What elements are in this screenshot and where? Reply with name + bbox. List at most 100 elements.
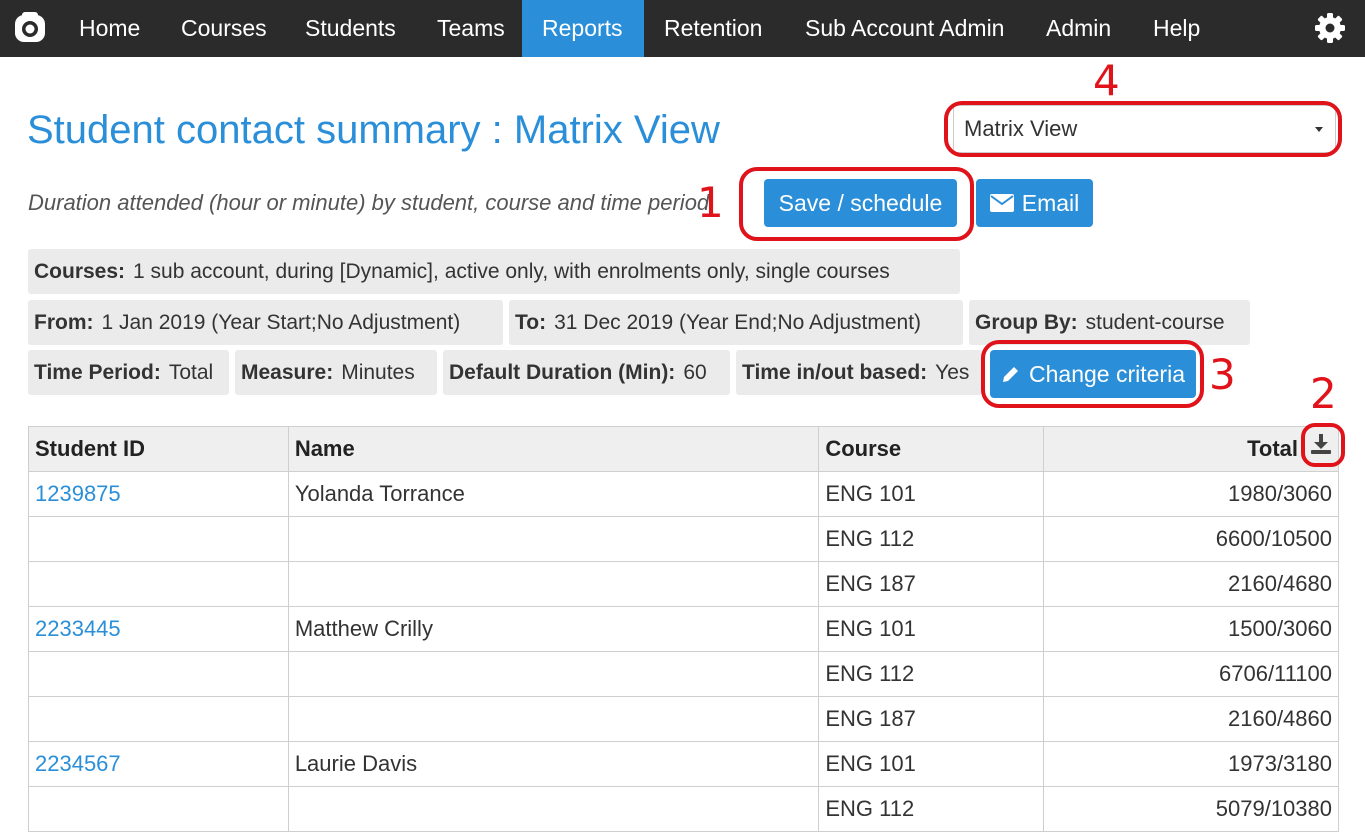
table-row: ENG 112 5079/10380	[28, 786, 1339, 832]
email-label: Email	[1021, 189, 1080, 216]
cell-name: Laurie Davis	[287, 741, 820, 787]
cell-total: 2160/4860	[1043, 696, 1339, 742]
table-row: 1239875 Yolanda Torrance ENG 101 1980/30…	[28, 471, 1339, 517]
cell-course: ENG 101	[818, 741, 1045, 787]
cell-name	[287, 696, 820, 742]
criteria-to-label: To:	[515, 311, 547, 334]
nav-courses[interactable]: Courses	[161, 0, 287, 57]
cell-total: 6706/11100	[1043, 651, 1339, 697]
cell-course: ENG 112	[818, 516, 1045, 562]
cell-name	[287, 786, 820, 832]
table-row: ENG 187 2160/4860	[28, 696, 1339, 742]
header-course[interactable]: Course	[818, 426, 1045, 472]
cell-student-id	[28, 696, 289, 742]
student-id-link[interactable]: 2234567	[35, 751, 121, 776]
cell-total: 5079/10380	[1043, 786, 1339, 832]
criteria-courses-label: Courses:	[34, 260, 126, 283]
app-logo-icon[interactable]	[12, 10, 48, 46]
cell-course: ENG 112	[818, 651, 1045, 697]
download-icon[interactable]	[1309, 432, 1333, 456]
cell-name: Matthew Crilly	[287, 606, 820, 652]
cell-student-id: 2233445	[28, 606, 289, 652]
cell-total: 1973/3180	[1043, 741, 1339, 787]
table-row: ENG 112 6600/10500	[28, 516, 1339, 562]
cell-total: 2160/4680	[1043, 561, 1339, 607]
criteria-group-by-value: student-course	[1085, 311, 1225, 334]
nav-sub-account-admin[interactable]: Sub Account Admin	[785, 0, 1024, 57]
email-button[interactable]: Email	[976, 179, 1093, 227]
criteria-from: From: 1 Jan 2019 (Year Start;No Adjustmen…	[28, 300, 503, 345]
cell-name	[287, 651, 820, 697]
criteria-to-value: 31 Dec 2019 (Year End;No Adjustment)	[554, 311, 922, 334]
criteria-measure: Measure: Minutes	[235, 350, 437, 395]
page-subtitle: Duration attended (hour or minute) by st…	[28, 190, 710, 215]
save-schedule-label: Save / schedule	[778, 189, 943, 216]
pencil-icon	[1003, 367, 1019, 382]
table-row: 2234567 Laurie Davis ENG 101 1973/3180	[28, 741, 1339, 787]
criteria-default-duration-label: Default Duration (Min):	[449, 361, 676, 384]
view-select[interactable]: Matrix View	[953, 105, 1336, 153]
cell-course: ENG 101	[818, 606, 1045, 652]
annotation-number-4: 4	[1093, 56, 1120, 105]
header-student-id[interactable]: Student ID	[28, 426, 289, 472]
nav-teams[interactable]: Teams	[417, 0, 525, 57]
annotation-number-2: 2	[1310, 369, 1337, 418]
cell-course: ENG 187	[818, 561, 1045, 607]
student-id-link[interactable]: 1239875	[35, 481, 121, 506]
criteria-group-by: Group By: student-course	[969, 300, 1250, 345]
cell-name	[287, 561, 820, 607]
cell-student-id	[28, 786, 289, 832]
envelope-icon	[989, 194, 1014, 212]
view-select-value: Matrix View	[964, 116, 1078, 141]
annotation-number-1: 1	[697, 178, 724, 227]
criteria-time-period: Time Period: Total	[28, 350, 229, 395]
nav-retention[interactable]: Retention	[644, 0, 782, 57]
nav-reports[interactable]: Reports	[522, 0, 644, 57]
table-row: ENG 112 6706/11100	[28, 651, 1339, 697]
table-row: 2233445 Matthew Crilly ENG 101 1500/3060	[28, 606, 1339, 652]
nav-admin[interactable]: Admin	[1026, 0, 1131, 57]
criteria-measure-value: Minutes	[341, 361, 415, 384]
criteria-from-value: 1 Jan 2019 (Year Start;No Adjustment)	[101, 311, 461, 334]
cell-student-id	[28, 561, 289, 607]
cell-student-id	[28, 651, 289, 697]
cell-total: 1980/3060	[1043, 471, 1339, 517]
criteria-time-period-label: Time Period:	[34, 361, 161, 384]
criteria-time-in-out-label: Time in/out based:	[742, 361, 928, 384]
nav-students[interactable]: Students	[285, 0, 416, 57]
cell-course: ENG 112	[818, 786, 1045, 832]
cell-student-id	[28, 516, 289, 562]
criteria-courses: Courses: 1 sub account, during [Dynamic],…	[28, 249, 960, 294]
report-table: Student ID Name Course Total 1239875 Yol…	[28, 426, 1339, 832]
nav-home[interactable]: Home	[59, 0, 160, 57]
table-row: ENG 187 2160/4680	[28, 561, 1339, 607]
student-id-link[interactable]: 2233445	[35, 616, 121, 641]
cell-total: 6600/10500	[1043, 516, 1339, 562]
cell-course: ENG 187	[818, 696, 1045, 742]
header-name[interactable]: Name	[287, 426, 820, 472]
chevron-down-icon	[1315, 127, 1323, 132]
gear-icon[interactable]	[1313, 11, 1347, 45]
criteria-courses-value: 1 sub account, during [Dynamic], active …	[133, 260, 890, 283]
save-schedule-button[interactable]: Save / schedule	[764, 179, 957, 227]
table-header-row: Student ID Name Course Total	[28, 426, 1339, 472]
cell-course: ENG 101	[818, 471, 1045, 517]
criteria-default-duration-value: 60	[683, 361, 707, 384]
cell-name: Yolanda Torrance	[287, 471, 820, 517]
top-navbar: Home Courses Students Teams Reports Rete…	[0, 0, 1365, 57]
cell-student-id: 2234567	[28, 741, 289, 787]
criteria-to: To: 31 Dec 2019 (Year End;No Adjustment)	[509, 300, 963, 345]
criteria-time-period-value: Total	[168, 361, 214, 384]
criteria-time-in-out: Time in/out based: Yes	[736, 350, 982, 395]
criteria-default-duration: Default Duration (Min): 60	[443, 350, 730, 395]
header-total[interactable]: Total	[1043, 426, 1339, 472]
change-criteria-button[interactable]: Change criteria	[990, 350, 1196, 398]
criteria-group-by-label: Group By:	[975, 311, 1078, 334]
criteria-measure-label: Measure:	[241, 361, 334, 384]
nav-help[interactable]: Help	[1133, 0, 1220, 57]
criteria-time-in-out-value: Yes	[935, 361, 970, 384]
cell-student-id: 1239875	[28, 471, 289, 517]
cell-total: 1500/3060	[1043, 606, 1339, 652]
change-criteria-label: Change criteria	[1029, 360, 1185, 387]
cell-name	[287, 516, 820, 562]
